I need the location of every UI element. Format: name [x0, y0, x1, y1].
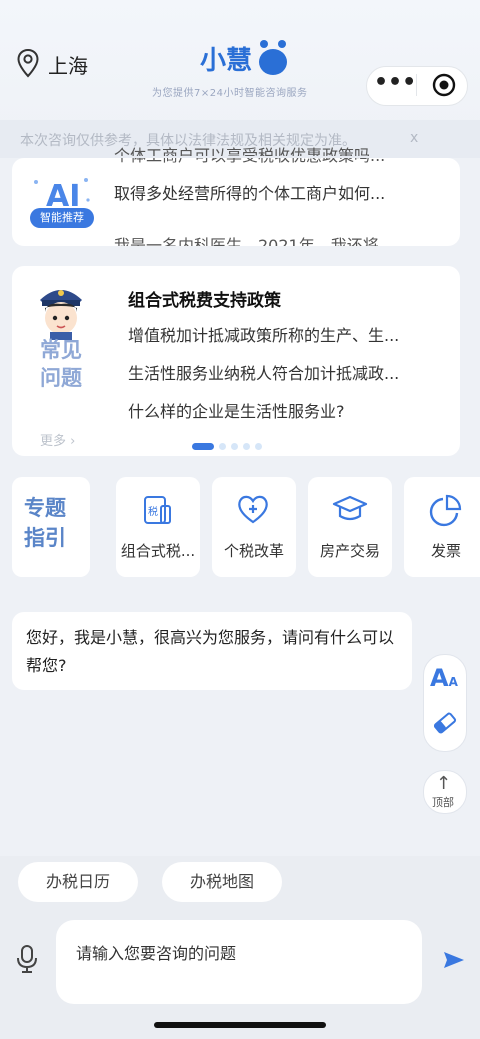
faq-label: 常见问题: [40, 338, 82, 390]
faq-more-label[interactable]: 更多: [40, 434, 66, 449]
location-pin-icon[interactable]: [16, 48, 40, 78]
home-indicator: [154, 1022, 326, 1028]
more-options-button[interactable]: •••: [374, 72, 416, 98]
arrow-up-icon[interactable]: ↑: [436, 773, 451, 794]
topic-tile-property-trade[interactable]: [308, 477, 392, 577]
slogan: 为您提供7×24小时智能咨询服务: [152, 88, 308, 99]
capsule-divider: [416, 74, 417, 96]
back-to-top-label[interactable]: 顶部: [432, 794, 454, 810]
tax-document-icon: 税: [144, 496, 171, 524]
carousel-dot[interactable]: [231, 443, 238, 450]
faq-question[interactable]: 增值税加计抵减政策所称的生产、生...: [128, 322, 399, 346]
graduation-cap-icon: [332, 495, 368, 521]
logo-text-value: 小慧: [200, 46, 253, 76]
quick-action-tax-map[interactable]: 办税地图: [162, 862, 282, 902]
send-icon[interactable]: [442, 950, 466, 970]
carousel-dot[interactable]: [219, 443, 226, 450]
topic-tile-combined-tax[interactable]: [116, 477, 200, 577]
eraser-icon[interactable]: [432, 710, 458, 736]
faq-question[interactable]: 什么样的企业是生活性服务业?: [128, 398, 345, 422]
microphone-icon[interactable]: [16, 944, 38, 974]
topic-guide-label: 专题指引: [24, 496, 66, 550]
font-size-small-glyph: A: [448, 675, 458, 689]
carousel-indicator: [192, 436, 267, 455]
pie-chart-icon: [429, 494, 462, 527]
topic-tile-individual-tax[interactable]: [212, 477, 296, 577]
close-mini-program-icon[interactable]: [432, 73, 456, 97]
topic-label[interactable]: 组合式税...: [116, 540, 200, 561]
quick-action-tax-calendar[interactable]: 办税日历: [18, 862, 138, 902]
card1-top-mask: [0, 156, 480, 158]
smart-recommend-badge: 智能推荐: [30, 208, 94, 228]
tax-officer-avatar-icon: [40, 290, 82, 340]
carousel-dot[interactable]: [243, 443, 250, 450]
faq-question[interactable]: 生活性服务业纳税人符合加计抵减政...: [128, 360, 399, 384]
location-label[interactable]: 上海: [48, 50, 88, 79]
font-size-icon[interactable]: AA: [430, 664, 458, 692]
chevron-right-icon: ›: [66, 434, 76, 449]
font-size-glyph[interactable]: A: [430, 664, 449, 692]
topic-label[interactable]: 房产交易: [308, 540, 392, 561]
recommend-item[interactable]: 取得多处经营所得的个体工商户如何...: [114, 180, 385, 204]
carousel-dot[interactable]: [255, 443, 262, 450]
card1-bottom-mask: [0, 246, 480, 266]
question-input-placeholder[interactable]: 请输入您要咨询的问题: [76, 940, 236, 964]
notice-close-button[interactable]: x: [410, 130, 418, 146]
carousel-dot[interactable]: [192, 443, 214, 450]
topic-label[interactable]: 发票: [404, 540, 480, 561]
logo-text: 小慧: [200, 40, 252, 77]
svg-text:税: 税: [148, 505, 158, 518]
faq-more-link[interactable]: 更多 ›: [40, 430, 75, 449]
assistant-greeting: 您好，我是小慧，很高兴为您服务，请问有什么可以帮您?: [26, 628, 395, 675]
topic-label[interactable]: 个税改革: [212, 540, 296, 561]
heart-plus-icon: [238, 495, 268, 524]
faq-title[interactable]: 组合式税费支持政策: [128, 286, 281, 311]
recommend-item[interactable]: 个体工商户可以享受税收优惠政策吗...: [114, 142, 385, 166]
